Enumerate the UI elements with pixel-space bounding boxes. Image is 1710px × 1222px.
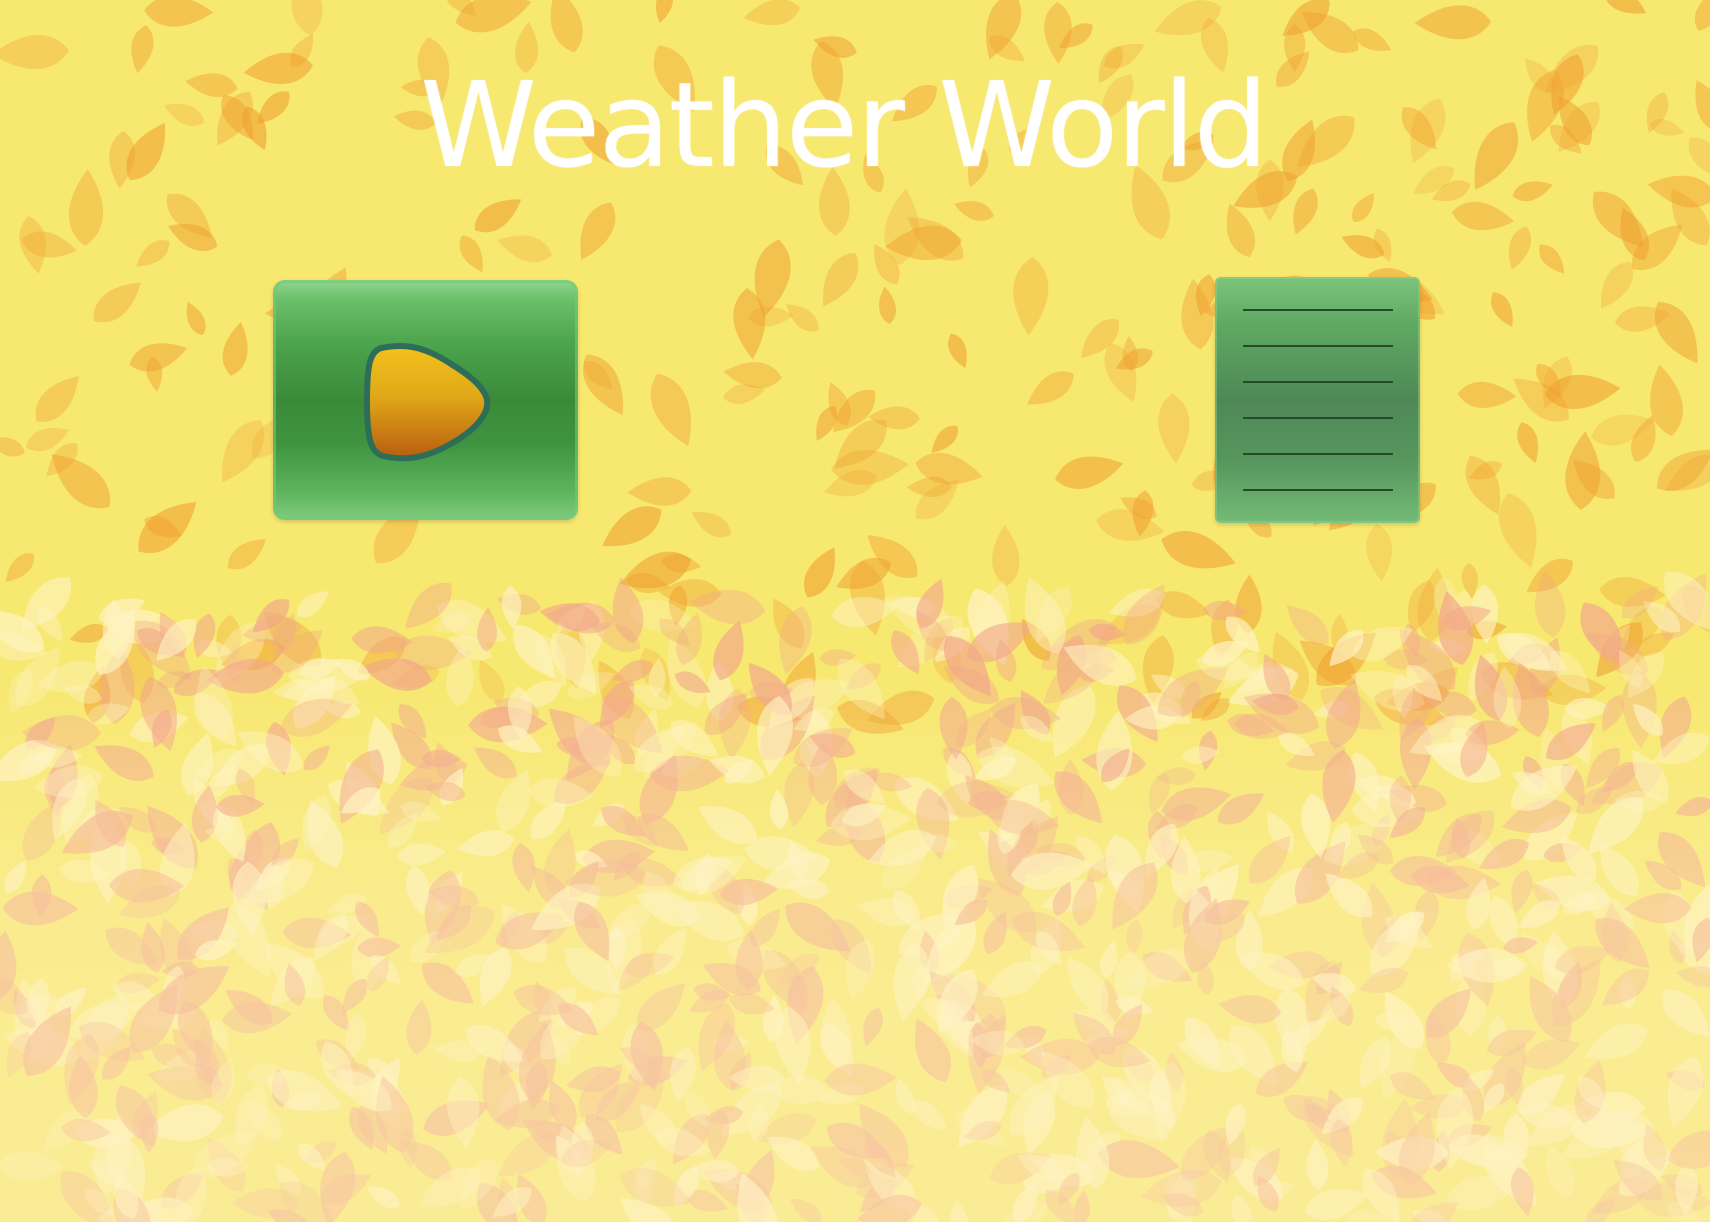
play-button[interactable] — [273, 280, 578, 520]
list-line — [1243, 489, 1393, 491]
play-icon — [363, 342, 491, 462]
list-line — [1243, 345, 1393, 347]
list-line — [1243, 309, 1393, 311]
list-line — [1243, 381, 1393, 383]
menu-button[interactable] — [1215, 277, 1420, 523]
game-title: Weather World — [420, 56, 1269, 194]
list-line — [1243, 453, 1393, 455]
list-line — [1243, 417, 1393, 419]
